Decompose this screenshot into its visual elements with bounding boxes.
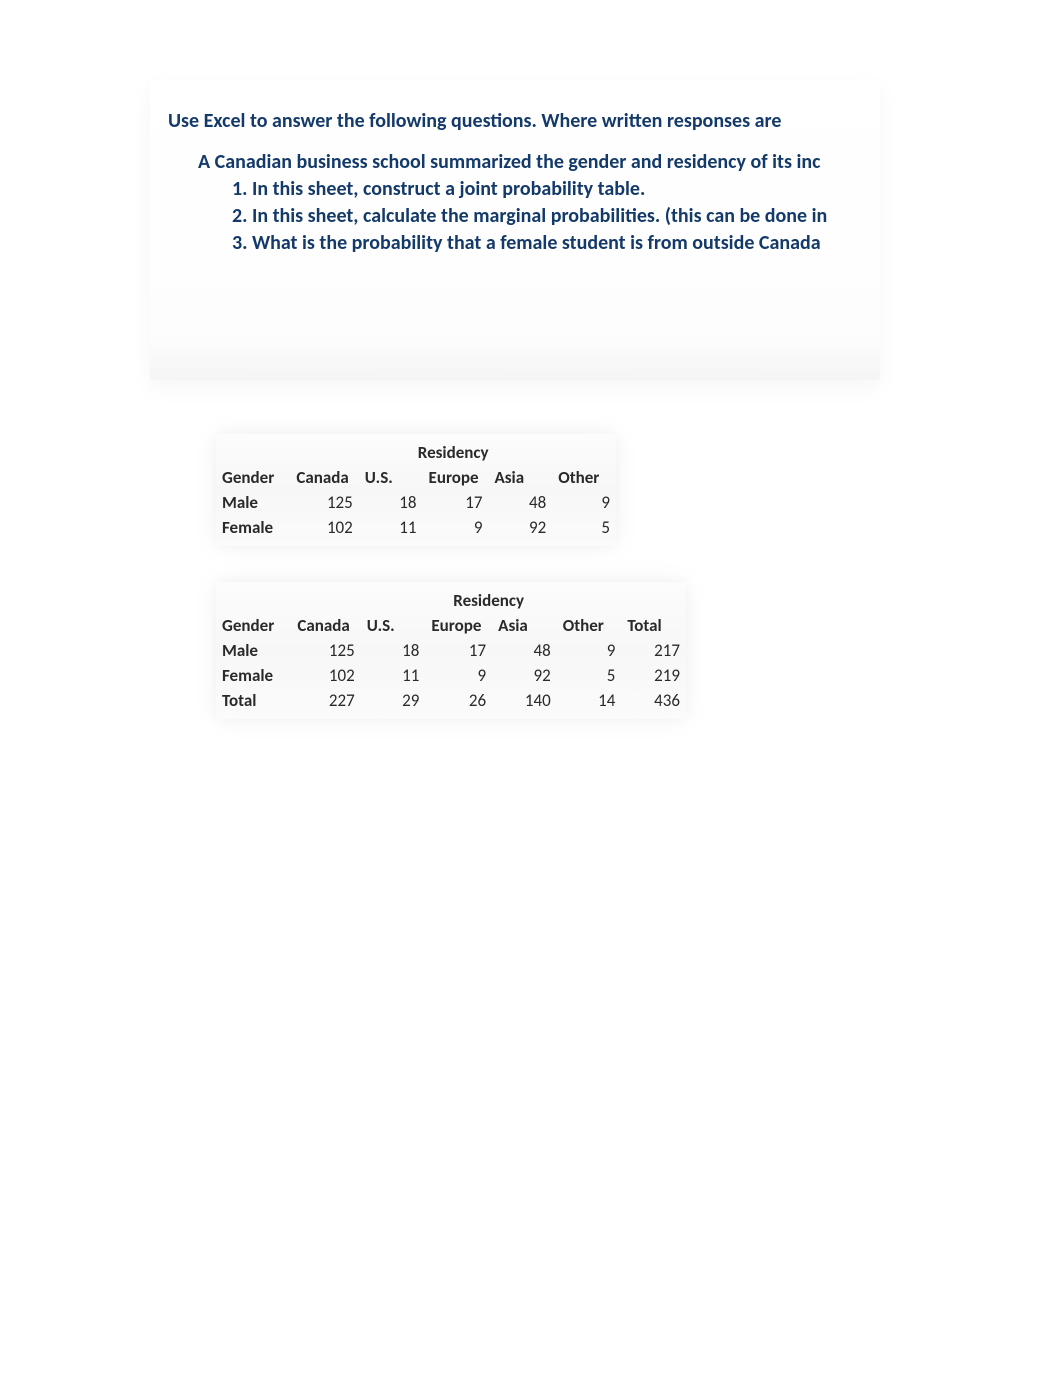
instructions-heading: Use Excel to answer the following questi…	[168, 108, 862, 135]
col-header: Asia	[488, 465, 552, 490]
cell: 92	[488, 515, 552, 540]
row-label: Total	[216, 688, 291, 713]
cell: 48	[492, 638, 557, 663]
cell: 14	[557, 688, 622, 713]
cell: 11	[359, 515, 423, 540]
table-row: Residency	[216, 588, 686, 613]
row-label: Female	[216, 663, 291, 688]
residency-header: Residency	[290, 440, 616, 465]
cell: 125	[290, 490, 358, 515]
cell: 26	[425, 688, 492, 713]
table-row: Total 227 29 26 140 14 436	[216, 688, 686, 713]
col-header: Other	[557, 613, 622, 638]
instructions-item-1: 1. In this sheet, construct a joint prob…	[168, 176, 862, 203]
cell: 227	[291, 688, 360, 713]
instructions-block: Use Excel to answer the following questi…	[150, 80, 880, 380]
gender-header: Gender	[216, 465, 290, 490]
row-label: Male	[216, 490, 290, 515]
cell: 9	[425, 663, 492, 688]
cell: 18	[361, 638, 426, 663]
col-header: U.S.	[359, 465, 423, 490]
col-header: U.S.	[361, 613, 426, 638]
cell: 125	[291, 638, 360, 663]
gender-header: Gender	[216, 613, 291, 638]
data-table-original: Residency Gender Canada U.S. Europe Asia…	[216, 434, 616, 546]
table-row: Gender Canada U.S. Europe Asia Other	[216, 465, 616, 490]
table-row: Female 102 11 9 92 5 219	[216, 663, 686, 688]
col-header: Other	[552, 465, 616, 490]
col-header: Asia	[492, 613, 557, 638]
table: Residency Gender Canada U.S. Europe Asia…	[216, 588, 686, 713]
cell: 5	[552, 515, 616, 540]
row-label: Male	[216, 638, 291, 663]
cell: 102	[291, 663, 360, 688]
cell: 219	[621, 663, 686, 688]
table-row: Gender Canada U.S. Europe Asia Other Tot…	[216, 613, 686, 638]
cell: 9	[552, 490, 616, 515]
cell: 217	[621, 638, 686, 663]
col-header: Europe	[423, 465, 489, 490]
instructions-context: A Canadian business school summarized th…	[168, 149, 862, 176]
cell: 9	[423, 515, 489, 540]
row-label: Female	[216, 515, 290, 540]
col-header: Total	[621, 613, 686, 638]
cell: 29	[361, 688, 426, 713]
cell: 48	[488, 490, 552, 515]
table-row: Female 102 11 9 92 5	[216, 515, 616, 540]
table: Residency Gender Canada U.S. Europe Asia…	[216, 440, 616, 540]
col-header: Canada	[291, 613, 360, 638]
instructions-item-3: 3. What is the probability that a female…	[168, 230, 862, 257]
table-row: Male 125 18 17 48 9	[216, 490, 616, 515]
cell: 11	[361, 663, 426, 688]
cell: 102	[290, 515, 358, 540]
cell: 92	[492, 663, 557, 688]
cell: 17	[423, 490, 489, 515]
table-row: Male 125 18 17 48 9 217	[216, 638, 686, 663]
cell: 5	[557, 663, 622, 688]
col-header: Canada	[290, 465, 358, 490]
cell: 9	[557, 638, 622, 663]
data-table-with-totals: Residency Gender Canada U.S. Europe Asia…	[216, 582, 686, 719]
col-header: Europe	[425, 613, 492, 638]
cell: 140	[492, 688, 557, 713]
instructions-item-2: 2. In this sheet, calculate the marginal…	[168, 203, 862, 230]
cell: 436	[621, 688, 686, 713]
residency-header: Residency	[291, 588, 686, 613]
cell: 18	[359, 490, 423, 515]
cell: 17	[425, 638, 492, 663]
table-row: Residency	[216, 440, 616, 465]
